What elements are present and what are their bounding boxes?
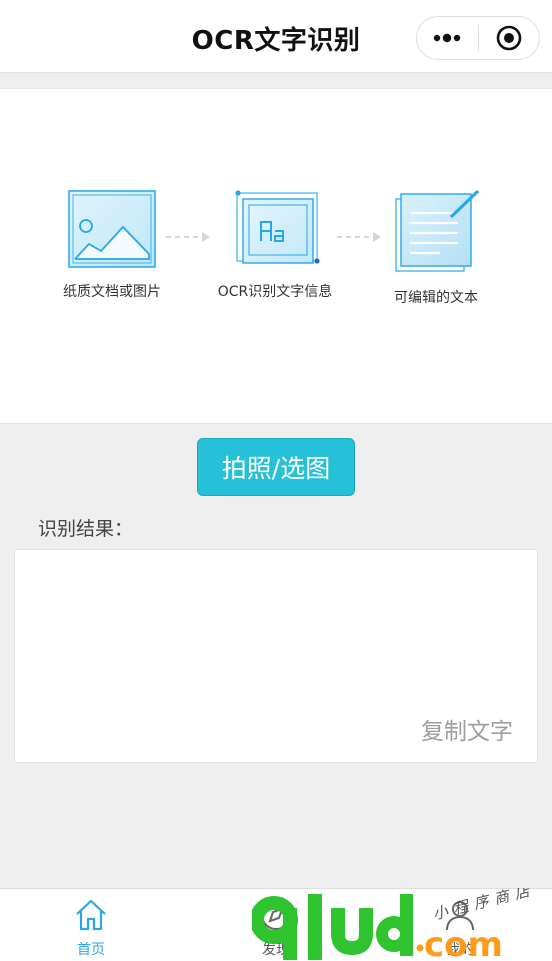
tab-home[interactable]: 首页 <box>51 897 131 959</box>
close-mini-program-button[interactable] <box>479 17 540 59</box>
tab-label-home: 首页 <box>77 942 105 958</box>
image-icon <box>68 190 156 268</box>
ocr-process-illustration: 纸质文档或图片 OCR识别文字信息 可编辑的文本 <box>0 88 552 424</box>
mini-program-capsule <box>416 16 540 60</box>
tab-label-mine: 我的 <box>446 942 474 958</box>
compass-icon <box>261 900 291 930</box>
dashed-arrow-icon <box>166 232 210 242</box>
tab-discover[interactable]: 发现 <box>236 897 316 959</box>
step-label-paper: 纸质文档或图片 <box>63 284 161 300</box>
ocr-text-icon <box>235 190 320 264</box>
take-photo-select-image-button[interactable]: 拍照/选图 <box>197 438 355 496</box>
step-label-ocr: OCR识别文字信息 <box>217 284 333 300</box>
step-ocr-recognition: OCR识别文字信息 <box>205 189 345 301</box>
editable-document-icon <box>395 189 480 272</box>
more-button[interactable] <box>417 17 478 59</box>
step-editable-text: 可编辑的文本 <box>366 189 506 307</box>
navigation-bar: ▔▔▔ OCR文字识别 <box>0 0 552 73</box>
copy-text-button[interactable]: 复制文字 <box>421 712 513 746</box>
tab-mine[interactable]: 我的 <box>420 897 500 959</box>
result-text <box>15 550 537 578</box>
step-label-editable: 可编辑的文本 <box>394 290 478 306</box>
result-label: 识别结果： <box>38 518 134 540</box>
tab-bar: 首页 发现 我的 <box>0 888 552 961</box>
status-bar-fragment: ▔▔▔ <box>34 0 71 10</box>
more-dots-icon <box>434 33 461 43</box>
tab-label-discover: 发现 <box>262 942 290 958</box>
user-icon <box>446 901 474 931</box>
target-close-icon <box>496 25 522 51</box>
step-paper-image: 纸质文档或图片 <box>42 189 182 301</box>
home-icon <box>76 899 106 931</box>
result-text-area[interactable]: 复制文字 <box>14 549 538 763</box>
